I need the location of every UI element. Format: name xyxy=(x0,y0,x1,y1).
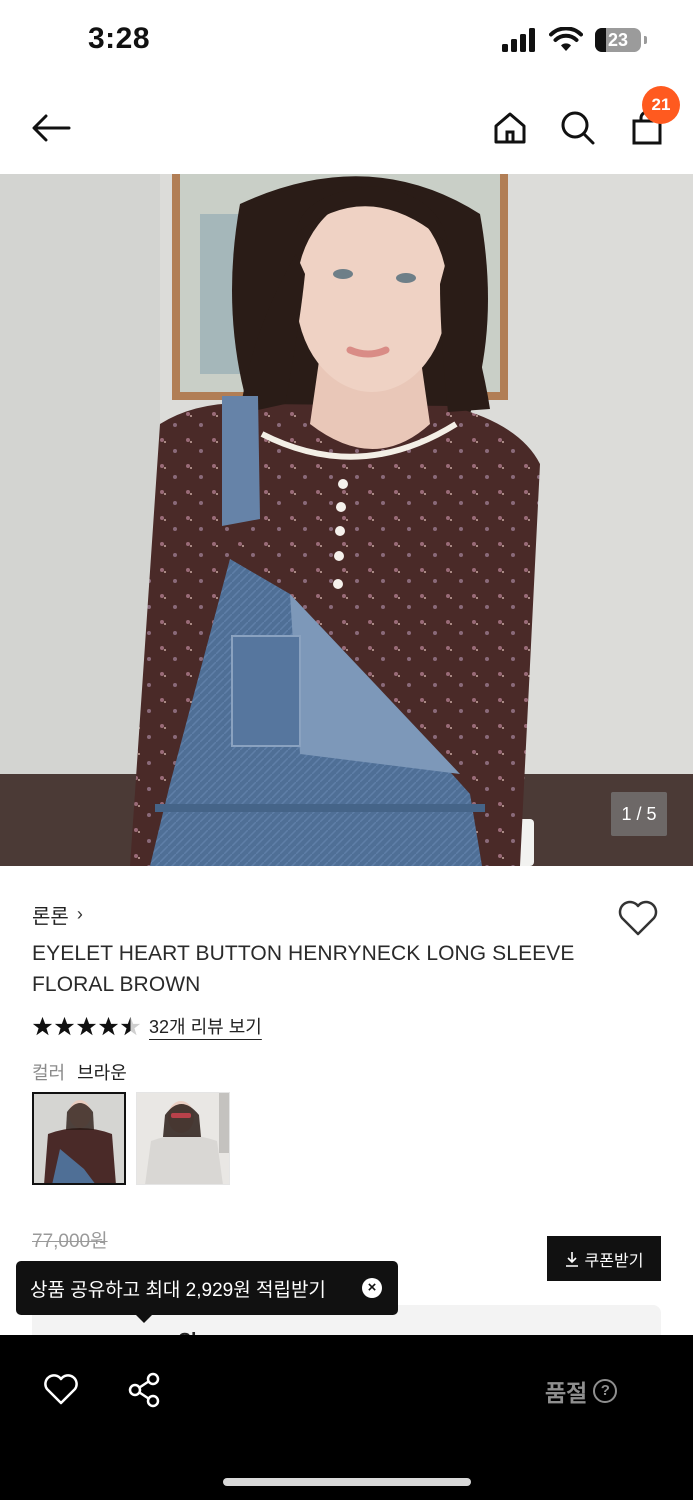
product-title: EYELET HEART BUTTON HENRYNECK LONG SLEEV… xyxy=(32,942,575,996)
product-photo xyxy=(0,174,693,866)
color-value: 브라운 xyxy=(77,1063,127,1083)
wifi-icon xyxy=(549,27,583,51)
star-full-icon xyxy=(98,1016,119,1035)
cart-count-badge: 21 xyxy=(642,86,680,124)
battery-level: 23 xyxy=(607,30,629,50)
product-image-carousel[interactable] xyxy=(0,174,693,866)
status-icons: 23 xyxy=(501,27,647,53)
close-icon[interactable]: × xyxy=(362,1278,382,1298)
color-swatch-brown[interactable] xyxy=(32,1092,126,1185)
help-icon[interactable]: ? xyxy=(593,1379,618,1403)
swatch-thumbnail xyxy=(137,1093,229,1184)
battery-icon: 23 xyxy=(595,28,647,52)
star-rating xyxy=(32,1016,141,1037)
review-link[interactable]: 32개 리뷰 보기 xyxy=(149,1013,262,1039)
coupon-label: 쿠폰받기 xyxy=(584,1252,644,1270)
bottom-wishlist-button[interactable] xyxy=(43,1372,79,1406)
bottom-action-bar xyxy=(0,1335,693,1500)
tooltip-text: 상품 공유하고 최대 2,929원 적립받기 xyxy=(30,1279,326,1301)
swatch-thumbnail xyxy=(34,1094,124,1183)
color-swatch-grey[interactable] xyxy=(136,1092,230,1185)
star-full-icon xyxy=(54,1016,75,1035)
chevron-right-icon: › xyxy=(76,904,83,924)
rating-row: 32개 리뷰 보기 xyxy=(32,1013,262,1039)
coupon-download-button[interactable]: 쿠폰받기 xyxy=(547,1236,661,1281)
share-reward-tooltip: 상품 공유하고 최대 2,929원 적립받기 × xyxy=(16,1261,398,1323)
brand-name: 론론 xyxy=(32,906,69,928)
search-icon xyxy=(561,111,595,145)
original-price: 77,000원 xyxy=(32,1231,108,1252)
wishlist-button[interactable] xyxy=(616,898,660,938)
status-bar: 3:28 23 xyxy=(0,0,693,82)
heart-outline-icon xyxy=(44,1374,78,1405)
soldout-status: 품절 ? xyxy=(545,1374,618,1408)
status-time: 3:28 xyxy=(88,22,151,55)
home-button[interactable] xyxy=(488,106,532,150)
color-label: 컬러 xyxy=(32,1063,66,1083)
image-counter: 1 / 5 xyxy=(611,792,667,836)
soldout-label: 품절 xyxy=(545,1380,588,1406)
heart-outline-icon xyxy=(618,900,658,936)
download-icon xyxy=(565,1251,578,1267)
star-half-icon xyxy=(120,1016,141,1035)
brand-link[interactable]: 론론 › xyxy=(32,900,83,929)
color-option-row: 컬러 브라운 xyxy=(32,1059,127,1085)
share-button[interactable] xyxy=(127,1372,163,1408)
star-full-icon xyxy=(32,1016,53,1035)
search-button[interactable] xyxy=(556,106,600,150)
back-arrow-icon xyxy=(32,114,71,142)
signal-icon xyxy=(502,28,535,52)
back-button[interactable] xyxy=(29,106,73,150)
star-full-icon xyxy=(76,1016,97,1035)
home-indicator xyxy=(223,1478,471,1486)
top-navigation xyxy=(0,82,693,174)
share-icon xyxy=(128,1372,160,1408)
home-icon xyxy=(494,112,526,144)
